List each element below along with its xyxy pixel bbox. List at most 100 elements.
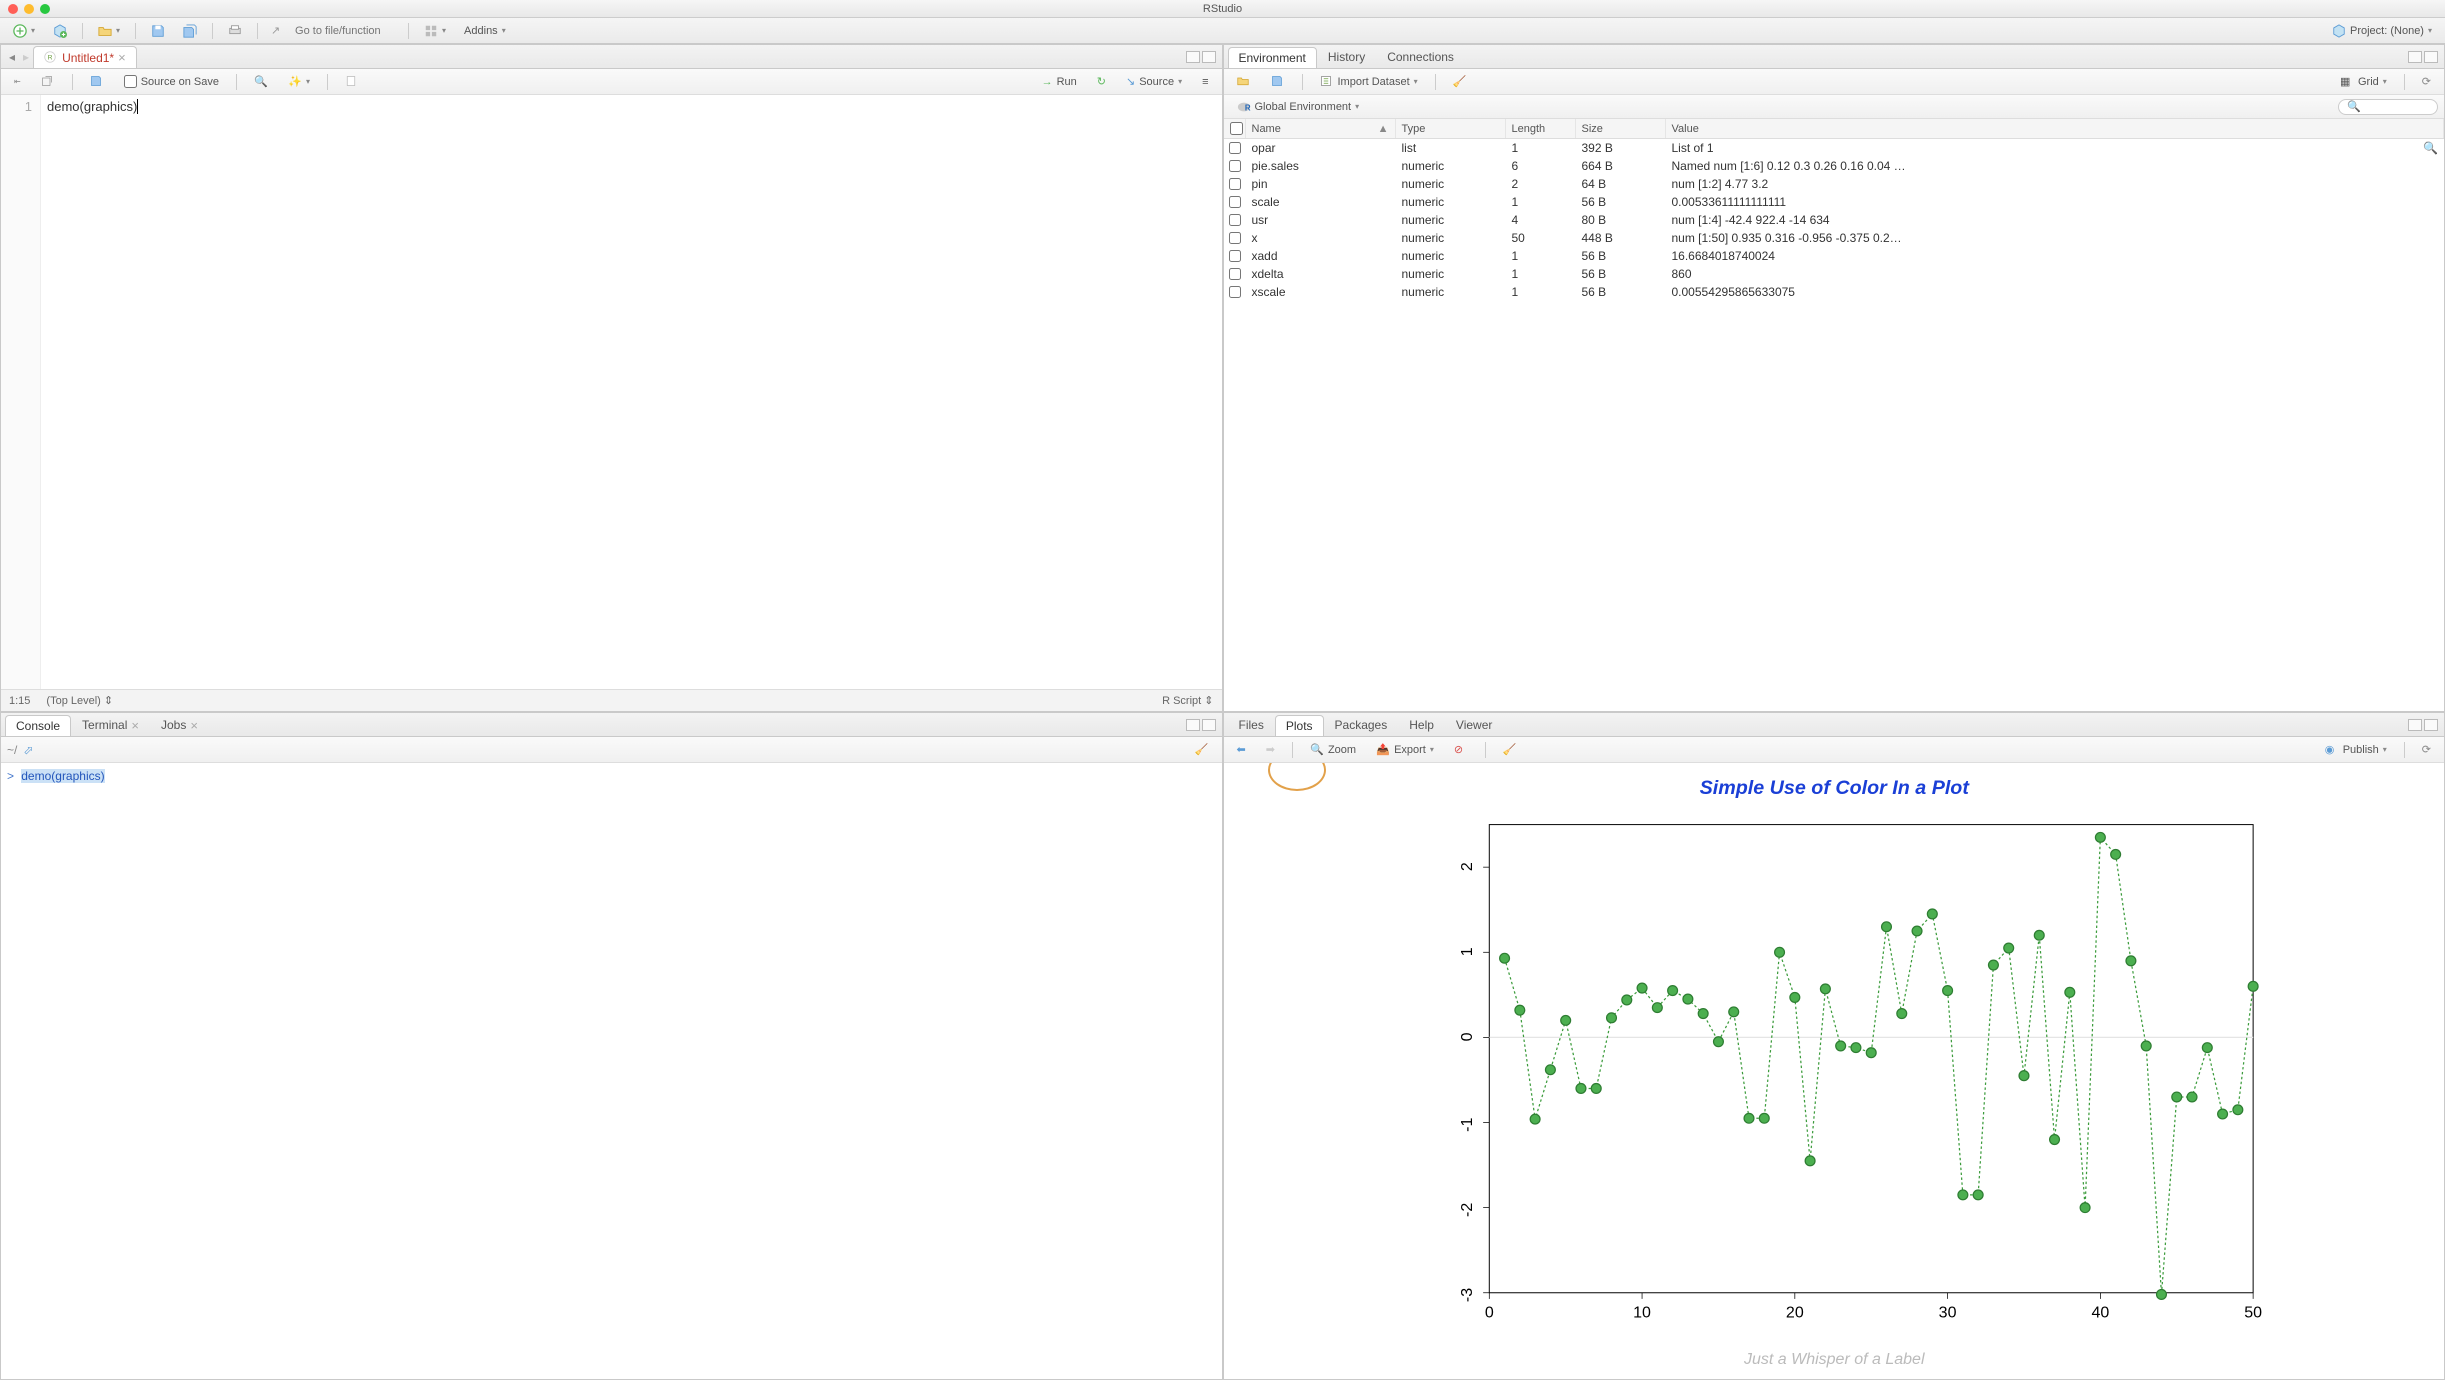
env-row-checkbox[interactable] — [1229, 214, 1241, 226]
tab-connections[interactable]: Connections — [1376, 46, 1465, 67]
env-row[interactable]: xscalenumeric156 B0.00554295865633075 — [1224, 283, 2445, 301]
env-row-checkbox[interactable] — [1229, 268, 1241, 280]
col-value[interactable]: Value — [1666, 119, 2445, 138]
source-button[interactable]: ↘ Source ▾ — [1119, 72, 1189, 91]
goto-file-textbox[interactable] — [289, 23, 399, 39]
code-editor[interactable]: 1 demo(graphics) — [1, 95, 1222, 689]
popout-source-button[interactable] — [34, 72, 62, 92]
load-workspace-button[interactable] — [1230, 72, 1258, 92]
clear-console-button[interactable]: 🧹 — [1188, 740, 1216, 760]
tab-environment[interactable]: Environment — [1228, 47, 1317, 68]
maximize-console-button[interactable] — [1202, 719, 1216, 731]
console-body[interactable]: > demo(graphics) — [1, 763, 1222, 1379]
remove-plot-button[interactable]: ⊘ — [1447, 740, 1475, 760]
view-mode-button[interactable]: ▦ Grid▾ — [2333, 72, 2394, 92]
minimize-pane-button[interactable] — [1186, 51, 1200, 63]
console-path-link-icon[interactable]: ⬀ — [23, 743, 33, 757]
publish-plot-button[interactable]: ◉ Publish▾ — [2318, 740, 2394, 760]
env-row[interactable]: xnumeric50448 Bnum [1:50] 0.935 0.316 -0… — [1224, 229, 2445, 247]
env-row-checkbox[interactable] — [1229, 250, 1241, 262]
project-menu[interactable]: Project: (None) ▾ — [2325, 21, 2439, 41]
env-row-checkbox[interactable] — [1229, 160, 1241, 172]
nav-fwd-button[interactable]: ▸ — [19, 50, 33, 64]
env-row[interactable]: oparlist1392 BList of 1🔍 — [1224, 139, 2445, 157]
maximize-pane-button[interactable] — [1202, 51, 1216, 63]
tab-plots[interactable]: Plots — [1275, 715, 1324, 736]
col-name[interactable]: Name ▲ — [1246, 119, 1396, 138]
next-plot-button[interactable]: ➡ — [1259, 740, 1282, 759]
clear-env-button[interactable]: 🧹 — [1446, 72, 1474, 92]
new-file-button[interactable]: ▾ — [6, 21, 42, 41]
zoom-plot-button[interactable]: 🔍 Zoom — [1303, 740, 1363, 760]
refresh-plot-button[interactable]: ⟳ — [2415, 740, 2438, 759]
tab-viewer[interactable]: Viewer — [1445, 714, 1503, 735]
minimize-console-button[interactable] — [1186, 719, 1200, 731]
new-project-button[interactable] — [46, 21, 74, 41]
tab-help[interactable]: Help — [1398, 714, 1445, 735]
addins-menu[interactable]: Addins ▾ — [457, 22, 513, 40]
col-type[interactable]: Type — [1396, 119, 1506, 138]
env-row-checkbox[interactable] — [1229, 178, 1241, 190]
maximize-window-button[interactable] — [40, 4, 50, 14]
close-window-button[interactable] — [8, 4, 18, 14]
close-jobs-icon[interactable]: × — [190, 718, 198, 733]
scope-selector[interactable]: (Top Level) ⇕ — [46, 694, 113, 707]
env-row[interactable]: scalenumeric156 B0.00533611111111111 — [1224, 193, 2445, 211]
tab-packages[interactable]: Packages — [1324, 714, 1399, 735]
col-size[interactable]: Size — [1576, 119, 1666, 138]
refresh-env-button[interactable]: ⟳ — [2415, 72, 2438, 91]
prev-plot-button[interactable]: ⬅ — [1230, 740, 1253, 759]
wand-button[interactable]: ✨▾ — [281, 72, 317, 92]
col-length[interactable]: Length — [1506, 119, 1576, 138]
tab-files[interactable]: Files — [1228, 714, 1275, 735]
export-plot-button[interactable]: 📤 Export▾ — [1369, 740, 1441, 760]
open-file-button[interactable]: ▾ — [91, 21, 127, 41]
run-button[interactable]: → Run — [1035, 73, 1084, 91]
show-doc-outline-button[interactable]: ⇤ — [7, 74, 28, 89]
save-workspace-button[interactable] — [1264, 72, 1292, 92]
goto-file-input[interactable]: ↗ — [266, 22, 400, 40]
source-on-save-check[interactable]: Source on Save — [117, 72, 226, 91]
env-row[interactable]: usrnumeric480 Bnum [1:4] -42.4 922.4 -14… — [1224, 211, 2445, 229]
minimize-window-button[interactable] — [24, 4, 34, 14]
import-icon — [1320, 75, 1334, 89]
env-row-checkbox[interactable] — [1229, 142, 1241, 154]
env-scope-selector[interactable]: R Global Environment▾ — [1230, 97, 1367, 117]
tools-grid-button[interactable]: ▾ — [417, 21, 453, 41]
tab-jobs[interactable]: Jobs× — [150, 714, 209, 736]
env-row[interactable]: pinnumeric264 Bnum [1:2] 4.77 3.2 — [1224, 175, 2445, 193]
close-terminal-icon[interactable]: × — [131, 718, 139, 733]
minimize-plots-button[interactable] — [2408, 719, 2422, 731]
save-button[interactable] — [144, 21, 172, 41]
env-row[interactable]: xaddnumeric156 B16.6684018740024 — [1224, 247, 2445, 265]
close-tab-button[interactable]: × — [118, 50, 126, 65]
select-all-checkbox[interactable] — [1230, 122, 1243, 135]
tab-history[interactable]: History — [1317, 46, 1376, 67]
env-row-checkbox[interactable] — [1229, 286, 1241, 298]
maximize-env-button[interactable] — [2424, 51, 2438, 63]
maximize-plots-button[interactable] — [2424, 719, 2438, 731]
env-row-checkbox[interactable] — [1229, 232, 1241, 244]
clear-plots-button[interactable]: 🧹 — [1496, 740, 1524, 760]
outline-toggle-button[interactable]: ≡ — [1195, 73, 1215, 91]
find-button[interactable]: 🔍 — [247, 72, 275, 92]
lang-selector[interactable]: R Script ⇕ — [1162, 694, 1213, 707]
print-button[interactable] — [221, 21, 249, 41]
env-search-input[interactable] — [2338, 99, 2438, 115]
code-area[interactable]: demo(graphics) — [41, 95, 1222, 689]
source-tab-untitled1[interactable]: R Untitled1* × — [33, 46, 137, 68]
rerun-button[interactable]: ↻ — [1090, 72, 1113, 91]
save-source-button[interactable] — [83, 72, 111, 92]
tab-terminal[interactable]: Terminal× — [71, 714, 150, 736]
minimize-env-button[interactable] — [2408, 51, 2422, 63]
svg-text:0: 0 — [1484, 1304, 1493, 1321]
import-dataset-button[interactable]: Import Dataset▾ — [1313, 72, 1425, 92]
tab-console[interactable]: Console — [5, 715, 71, 736]
save-all-button[interactable] — [176, 21, 204, 41]
env-row-checkbox[interactable] — [1229, 196, 1241, 208]
nav-back-button[interactable]: ◂ — [5, 50, 19, 64]
env-row[interactable]: xdeltanumeric156 B860 — [1224, 265, 2445, 283]
compile-report-button[interactable] — [338, 72, 366, 92]
env-row[interactable]: pie.salesnumeric6664 BNamed num [1:6] 0.… — [1224, 157, 2445, 175]
source-on-save-checkbox[interactable] — [124, 75, 137, 88]
